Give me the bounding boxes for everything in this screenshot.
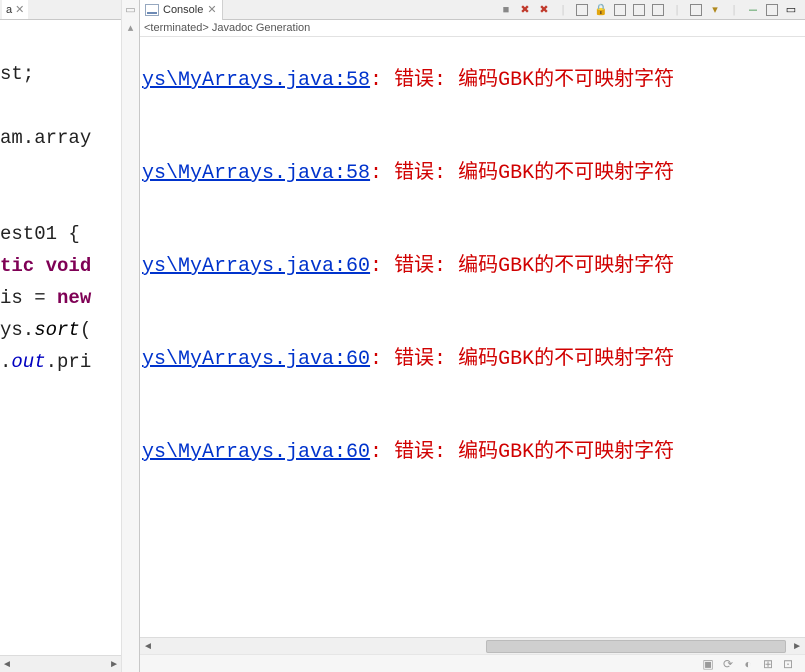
code-line [0, 26, 121, 58]
console-error-line: ys\MyArrays.java:60: 错误: 编码GBK的不可映射字符 [142, 346, 805, 374]
editor-tabbar: a ✕ [0, 0, 121, 20]
code-line: st; [0, 58, 121, 90]
close-icon[interactable]: ✕ [15, 3, 24, 16]
status-process-name: Javadoc Generation [212, 22, 310, 34]
divider: | [669, 2, 685, 18]
code-line [0, 154, 121, 186]
console-output-area[interactable]: ys\MyArrays.java:58: 错误: 编码GBK的不可映射字符ys\… [140, 37, 805, 637]
trim-icon[interactable]: ▣ [701, 657, 715, 671]
error-message: 错误: 编码GBK的不可映射字符 [394, 67, 674, 95]
divider: | [555, 2, 571, 18]
sync-icon[interactable]: ⟳ [721, 657, 735, 671]
console-content: ys\MyArrays.java:58: 错误: 编码GBK的不可映射字符ys\… [140, 37, 805, 467]
code-line: am.array [0, 122, 121, 154]
trim-icon[interactable]: ◐ [741, 657, 755, 671]
scrollbar-thumb[interactable] [486, 640, 786, 653]
stop-icon[interactable]: ■ [498, 2, 514, 18]
code-line: is = new [0, 282, 121, 314]
scroll-lock-icon[interactable]: 🔒 [593, 2, 609, 18]
code-area[interactable]: st; am.array est01 {tic voidis = newys.s… [0, 20, 121, 655]
maximize-icon[interactable]: ▭ [783, 2, 799, 18]
view-menu-icon[interactable] [764, 2, 780, 18]
editor-tab[interactable]: a ✕ [2, 0, 28, 19]
trim-icon[interactable]: ⊡ [781, 657, 795, 671]
console-horizontal-scrollbar[interactable]: ◄ ► [140, 637, 805, 654]
pin-icon[interactable] [612, 2, 628, 18]
console-icon [145, 4, 159, 16]
scroll-right-icon[interactable]: ► [789, 641, 805, 652]
code-line: est01 { [0, 218, 121, 250]
maximize-icon[interactable]: ▭ [124, 2, 138, 16]
error-message: 错误: 编码GBK的不可映射字符 [394, 346, 674, 374]
console-tab[interactable]: Console ✕ [140, 0, 223, 20]
console-status: <terminated> Javadoc Generation [140, 20, 805, 37]
scroll-right-icon[interactable]: ► [107, 659, 121, 670]
colon: : [370, 253, 394, 281]
console-tabbar: Console ✕ ■ ✖ ✖ | 🔒 | ▾ | － ▭ [140, 0, 805, 20]
editor-tab-label: a [6, 4, 12, 16]
file-link[interactable]: ys\MyArrays.java:60 [142, 346, 370, 374]
error-message: 错误: 编码GBK的不可映射字符 [394, 160, 674, 188]
console-error-line: ys\MyArrays.java:58: 错误: 编码GBK的不可映射字符 [142, 67, 805, 95]
close-icon[interactable]: ✕ [207, 3, 216, 16]
chevron-up-icon[interactable]: ▴ [124, 20, 138, 34]
scrollbar-track[interactable] [156, 639, 789, 654]
remove-icon[interactable]: ✖ [517, 2, 533, 18]
editor-horizontal-scrollbar[interactable]: ◄ ► [0, 655, 121, 672]
editor-pane: a ✕ st; am.array est01 {tic voidis = new… [0, 0, 140, 672]
code-line [0, 90, 121, 122]
code-line [0, 186, 121, 218]
editor-column: a ✕ st; am.array est01 {tic voidis = new… [0, 0, 121, 672]
status-trim-bar: ▣ ⟳ ◐ ⊞ ⊡ [140, 654, 805, 672]
console-error-line: ys\MyArrays.java:58: 错误: 编码GBK的不可映射字符 [142, 160, 805, 188]
colon: : [370, 439, 394, 467]
clear-icon[interactable] [574, 2, 590, 18]
display-icon[interactable] [631, 2, 647, 18]
code-line: tic void [0, 250, 121, 282]
scroll-left-icon[interactable]: ◄ [0, 659, 14, 670]
colon: : [370, 67, 394, 95]
open-console-icon[interactable] [688, 2, 704, 18]
error-message: 错误: 编码GBK的不可映射字符 [394, 439, 674, 467]
colon: : [370, 346, 394, 374]
display-selected-icon[interactable] [650, 2, 666, 18]
file-link[interactable]: ys\MyArrays.java:58 [142, 160, 370, 188]
new-console-icon[interactable]: ▾ [707, 2, 723, 18]
console-error-line: ys\MyArrays.java:60: 错误: 编码GBK的不可映射字符 [142, 439, 805, 467]
remove-all-icon[interactable]: ✖ [536, 2, 552, 18]
editor-gutter-strip: ▭ ▴ [121, 0, 139, 672]
error-message: 错误: 编码GBK的不可映射字符 [394, 253, 674, 281]
console-tab-label: Console [163, 4, 203, 16]
console-toolbar: ■ ✖ ✖ | 🔒 | ▾ | － ▭ [498, 2, 805, 18]
console-pane: Console ✕ ■ ✖ ✖ | 🔒 | ▾ | － ▭ <terminate… [140, 0, 805, 672]
console-error-line: ys\MyArrays.java:60: 错误: 编码GBK的不可映射字符 [142, 253, 805, 281]
file-link[interactable]: ys\MyArrays.java:58 [142, 67, 370, 95]
scroll-left-icon[interactable]: ◄ [140, 641, 156, 652]
status-terminated: <terminated> [144, 22, 209, 34]
code-line: ys.sort( [0, 314, 121, 346]
code-line: .out.pri [0, 346, 121, 378]
trim-icon[interactable]: ⊞ [761, 657, 775, 671]
minimize-icon[interactable]: － [745, 2, 761, 18]
divider: | [726, 2, 742, 18]
file-link[interactable]: ys\MyArrays.java:60 [142, 253, 370, 281]
file-link[interactable]: ys\MyArrays.java:60 [142, 439, 370, 467]
colon: : [370, 160, 394, 188]
